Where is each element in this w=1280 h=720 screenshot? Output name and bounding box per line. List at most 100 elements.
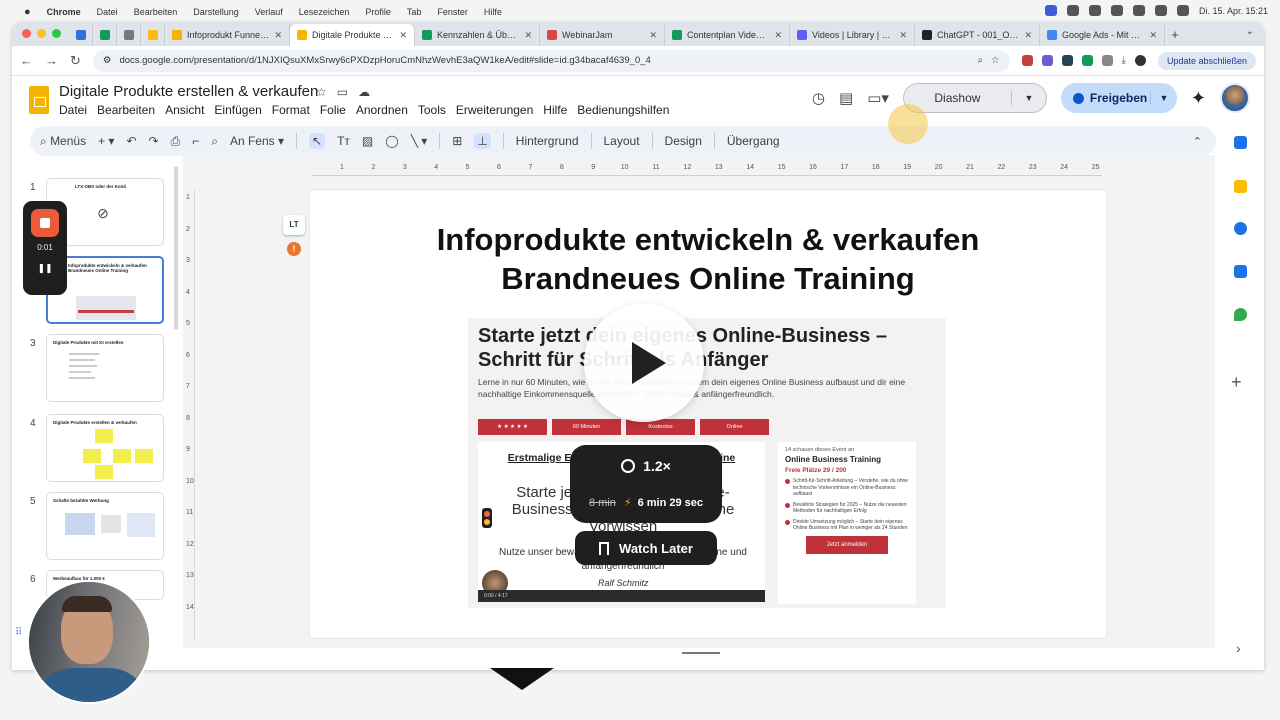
status-icon[interactable]: [1066, 5, 1079, 16]
close-tab-icon[interactable]: ✕: [774, 30, 782, 41]
document-title[interactable]: Digitale Produkte erstellen & verkaufen: [59, 83, 318, 100]
browser-tab[interactable]: Kennzahlen & Übersich ✕: [415, 24, 540, 46]
close-window-button[interactable]: [22, 29, 31, 38]
extension-lt-icon[interactable]: ⊥: [474, 133, 491, 149]
calendar-icon[interactable]: [1234, 136, 1247, 149]
info-icon[interactable]: !: [287, 242, 301, 256]
menu-hilfe[interactable]: Hilfe: [484, 7, 502, 17]
paint-format-icon[interactable]: ⌐: [192, 134, 199, 148]
close-tab-icon[interactable]: ✕: [274, 30, 282, 41]
contacts-icon[interactable]: [1234, 265, 1247, 278]
share-button[interactable]: Freigeben ▼: [1060, 83, 1177, 113]
download-icon[interactable]: ⤓: [1122, 55, 1126, 66]
menu-hilfe[interactable]: Hilfe: [543, 103, 567, 117]
address-bar[interactable]: ⚙ docs.google.com/presentation/d/1NJXIQs…: [92, 49, 1010, 72]
menu-einfuegen[interactable]: Einfügen: [214, 103, 261, 117]
apple-icon[interactable]: ●: [24, 6, 31, 18]
layout-button[interactable]: Layout: [604, 134, 640, 148]
forward-icon[interactable]: →: [45, 53, 58, 68]
gemini-icon[interactable]: ✦: [1191, 88, 1206, 109]
battery-icon[interactable]: [1154, 5, 1167, 16]
close-tab-icon[interactable]: ✕: [399, 30, 407, 41]
slide-thumbnail[interactable]: Digitale Produkte erstellen & verkaufen: [46, 414, 164, 482]
wifi-icon[interactable]: [1132, 5, 1145, 16]
new-slide-icon[interactable]: + ▾: [98, 134, 114, 148]
extensions-puzzle-icon[interactable]: [1101, 55, 1113, 66]
site-info-icon[interactable]: ⚙: [103, 55, 112, 66]
slide-thumbnail[interactable]: Digitale Produkte mit KI erstellen: [46, 334, 164, 402]
pause-icon[interactable]: ❚❚: [23, 263, 67, 274]
browser-tab[interactable]: WebinarJam ✕: [540, 24, 665, 46]
extension-icon[interactable]: [1061, 55, 1073, 66]
menu-profile[interactable]: Profile: [365, 7, 391, 17]
theme-button[interactable]: Design: [665, 134, 702, 148]
reload-icon[interactable]: ↻: [70, 53, 81, 69]
menu-bearbeiten[interactable]: Bearbeiten: [134, 7, 178, 17]
keep-icon[interactable]: [1234, 180, 1247, 193]
slide-canvas[interactable]: Infoprodukte entwickeln & verkaufen Bran…: [310, 190, 1106, 638]
menu-datei[interactable]: Datei: [97, 7, 118, 17]
zoom-icon[interactable]: ⌕: [978, 55, 983, 66]
clock[interactable]: Di. 15. Apr. 15:21: [1199, 6, 1268, 16]
menu-tools[interactable]: Tools: [418, 103, 446, 117]
video-play-button[interactable]: [584, 304, 704, 422]
meet-camera-icon[interactable]: ▭▾: [867, 89, 889, 107]
update-button[interactable]: Update abschließen: [1157, 51, 1256, 70]
browser-tab[interactable]: Infoprodukt Funnel ka ✕: [165, 24, 290, 46]
extension-icon[interactable]: [1021, 55, 1033, 66]
zoom-icon[interactable]: ⌕: [211, 134, 218, 149]
menu-tab[interactable]: Tab: [407, 7, 422, 17]
browser-tab-active[interactable]: Digitale Produkte erste ✕: [290, 24, 415, 46]
maps-icon[interactable]: [1234, 308, 1247, 321]
extension-icon[interactable]: [1041, 55, 1053, 66]
pinned-tab[interactable]: [141, 24, 165, 46]
tab-search-icon[interactable]: ⌄: [1246, 26, 1254, 37]
speed-value[interactable]: 1.2×: [570, 458, 722, 474]
browser-tab[interactable]: ChatGPT - 001_OBS_ ✕: [915, 24, 1040, 46]
menu-bedienungshilfen[interactable]: Bedienungshilfen: [577, 103, 669, 117]
share-label[interactable]: Freigeben: [1061, 91, 1151, 105]
menu-fenster[interactable]: Fenster: [437, 7, 468, 17]
slide-thumbnail[interactable]: Schalte bezahlte Werbung: [46, 492, 164, 560]
playback-speed-pill[interactable]: 1.2× 8 min ⚡ 6 min 29 sec: [570, 445, 722, 523]
tasks-icon[interactable]: [1234, 222, 1247, 235]
undo-icon[interactable]: ↶: [126, 134, 136, 148]
menus-search[interactable]: ⌕ Menüs: [40, 134, 86, 149]
comment-add-icon[interactable]: ⊞: [452, 134, 462, 148]
comments-icon[interactable]: ▤: [839, 89, 853, 107]
background-button[interactable]: Hintergrund: [516, 134, 579, 148]
watch-later-button[interactable]: Watch Later: [575, 531, 717, 565]
minimize-window-button[interactable]: [37, 29, 46, 38]
back-icon[interactable]: ←: [20, 53, 33, 68]
menu-verlauf[interactable]: Verlauf: [255, 7, 283, 17]
browser-tab[interactable]: Videos | Library | Loom ✕: [790, 24, 915, 46]
menu-datei[interactable]: Datei: [59, 103, 87, 117]
close-tab-icon[interactable]: ✕: [899, 30, 907, 41]
redo-icon[interactable]: ↷: [149, 134, 159, 148]
line-icon[interactable]: ╲ ▾: [411, 134, 428, 148]
status-icon[interactable]: [1088, 5, 1101, 16]
menu-darstellung[interactable]: Darstellung: [193, 7, 239, 17]
profile-icon[interactable]: [1134, 55, 1146, 66]
chevron-down-icon[interactable]: ▼: [1012, 93, 1046, 103]
slideshow-label[interactable]: Diashow: [904, 91, 1012, 105]
zoom-select[interactable]: An Fens ▾: [230, 134, 284, 148]
move-folder-icon[interactable]: ▭: [337, 85, 348, 99]
chevron-up-icon[interactable]: ⌃: [1193, 135, 1202, 148]
extension-lt-icon[interactable]: LT: [283, 215, 305, 235]
menu-erweiterungen[interactable]: Erweiterungen: [456, 103, 533, 117]
extension-icon[interactable]: [1081, 55, 1093, 66]
notes-drag-handle[interactable]: [682, 652, 720, 654]
google-slides-logo-icon[interactable]: [29, 86, 49, 114]
chevron-right-icon[interactable]: ›: [1236, 640, 1241, 656]
pinned-tab[interactable]: [69, 24, 93, 46]
search-icon[interactable]: [1176, 5, 1189, 16]
pinned-tab[interactable]: [93, 24, 117, 46]
zoom-window-button[interactable]: [52, 29, 61, 38]
browser-tab[interactable]: Google Ads - Mit Onlin ✕: [1040, 24, 1165, 46]
chevron-down-icon[interactable]: ▼: [1151, 93, 1177, 103]
close-tab-icon[interactable]: ✕: [1024, 30, 1032, 41]
pinned-tab[interactable]: [117, 24, 141, 46]
menu-lesezeichen[interactable]: Lesezeichen: [299, 7, 350, 17]
menu-format[interactable]: Format: [272, 103, 310, 117]
